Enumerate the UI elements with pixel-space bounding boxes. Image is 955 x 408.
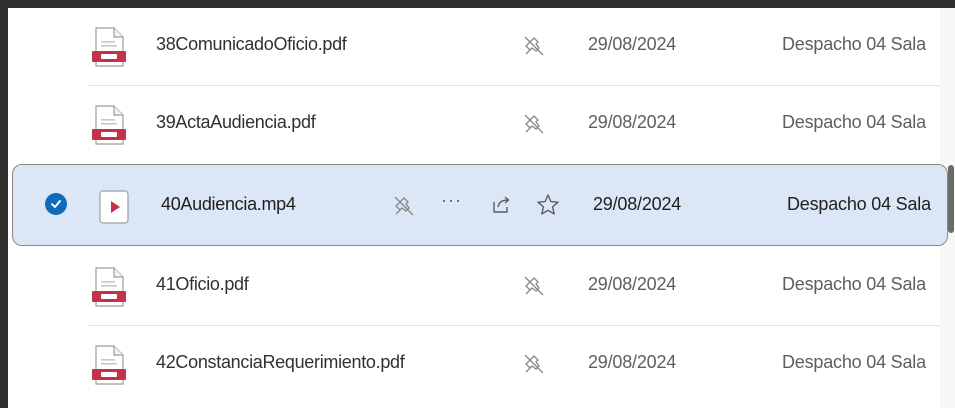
share-icon[interactable]	[489, 193, 513, 217]
file-list: 38ComunicadoOficio.pdf 29/08/2024 Despac…	[8, 8, 948, 408]
modified-date: 29/08/2024	[588, 34, 677, 54]
file-name[interactable]: 41Oficio.pdf	[156, 274, 249, 295]
scrollbar-thumb[interactable]	[948, 165, 954, 233]
pdf-file-icon	[92, 105, 126, 145]
file-row[interactable]: 41Oficio.pdf 29/08/2024 Despacho 04 Sala	[8, 248, 940, 326]
file-name[interactable]: 42ConstanciaRequerimiento.pdf	[156, 352, 405, 373]
pdf-file-icon	[92, 345, 126, 385]
pdf-file-icon	[92, 267, 126, 307]
file-row[interactable]: 38ComunicadoOficio.pdf 29/08/2024 Despac…	[8, 8, 940, 86]
window-frame-top	[0, 0, 955, 8]
selected-check-icon[interactable]	[45, 193, 67, 215]
unpin-icon[interactable]	[523, 275, 545, 297]
file-location[interactable]: Despacho 04 Sala	[782, 352, 926, 373]
file-location[interactable]: Despacho 04 Sala	[782, 112, 926, 133]
video-file-icon	[99, 190, 129, 224]
unpin-icon[interactable]	[523, 353, 545, 375]
modified-date: 29/08/2024	[588, 352, 677, 372]
file-location[interactable]: Despacho 04 Sala	[782, 274, 926, 295]
star-icon[interactable]	[535, 192, 561, 218]
file-name[interactable]: 39ActaAudiencia.pdf	[156, 112, 316, 133]
modified-date: 29/08/2024	[588, 274, 677, 294]
file-row[interactable]: 39ActaAudiencia.pdf 29/08/2024 Despacho …	[8, 86, 940, 164]
modified-date: 29/08/2024	[593, 194, 682, 214]
file-name[interactable]: 40Audiencia.mp4	[161, 194, 296, 215]
file-location[interactable]: Despacho 04 Sala	[782, 34, 926, 55]
modified-date: 29/08/2024	[588, 112, 677, 132]
unpin-icon[interactable]	[393, 195, 415, 217]
file-name[interactable]: 38ComunicadoOficio.pdf	[156, 34, 347, 55]
unpin-icon[interactable]	[523, 35, 545, 57]
file-row[interactable]: 42ConstanciaRequerimiento.pdf 29/08/2024…	[8, 326, 940, 404]
file-row-selected[interactable]: 40Audiencia.mp4 ··· 29/08/2024 Despacho …	[12, 164, 948, 246]
more-options-icon[interactable]: ···	[441, 190, 462, 211]
window-frame-left	[0, 0, 8, 408]
pdf-file-icon	[92, 27, 126, 67]
file-location[interactable]: Despacho 04 Sala	[787, 194, 931, 215]
unpin-icon[interactable]	[523, 113, 545, 135]
